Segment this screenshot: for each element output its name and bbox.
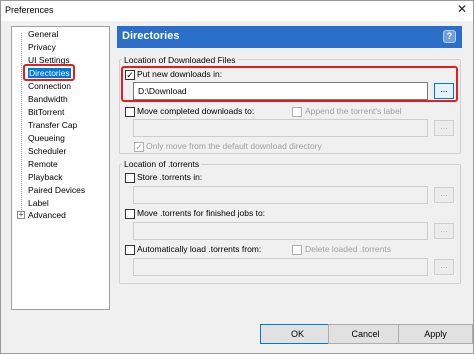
put-new-downloads-checkbox[interactable]: ✓	[125, 70, 135, 80]
panel-header: Directories ?	[117, 26, 462, 48]
download-path-input[interactable]: D:\Download	[133, 82, 428, 100]
only-move-label: Only move from the default download dire…	[146, 141, 322, 151]
torrents-group-title: Location of .torrents	[122, 159, 202, 169]
sidebar-item-bandwidth[interactable]: Bandwidth	[28, 93, 68, 105]
move-finished-checkbox[interactable]	[125, 209, 135, 219]
auto-load-label: Automatically load .torrents from:	[137, 244, 262, 254]
help-icon[interactable]: ?	[443, 30, 456, 43]
append-label-checkbox[interactable]	[292, 107, 302, 117]
sidebar-item-queueing[interactable]: Queueing	[28, 132, 65, 144]
store-torrents-label: Store .torrents in:	[137, 172, 203, 182]
delete-loaded-label: Delete loaded .torrents	[305, 244, 391, 254]
cancel-button[interactable]: Cancel	[328, 324, 403, 344]
apply-button[interactable]: Apply	[398, 324, 473, 344]
only-move-checkbox[interactable]: ✓	[134, 142, 144, 152]
sidebar-item-privacy[interactable]: Privacy	[28, 41, 56, 53]
sidebar-item-connection[interactable]: Connection	[28, 80, 71, 92]
sidebar-item-bittorrent[interactable]: BitTorrent	[28, 106, 64, 118]
store-torrents-path-input[interactable]	[133, 186, 428, 204]
sidebar-item-paired-devices[interactable]: Paired Devices	[28, 184, 85, 196]
sidebar-item-scheduler[interactable]: Scheduler	[28, 145, 66, 157]
move-completed-label: Move completed downloads to:	[137, 106, 255, 116]
download-path-browse-button[interactable]: ...	[434, 83, 454, 99]
sidebar-item-advanced[interactable]: Advanced	[28, 209, 66, 221]
put-new-downloads-label: Put new downloads in:	[137, 69, 223, 79]
ok-button[interactable]: OK	[260, 324, 335, 344]
move-completed-path-input[interactable]	[133, 119, 428, 137]
auto-load-checkbox[interactable]	[125, 245, 135, 255]
move-finished-path-input[interactable]	[133, 222, 428, 240]
store-torrents-browse-button[interactable]: ...	[434, 187, 454, 203]
window-title: Preferences	[5, 5, 54, 15]
auto-load-browse-button[interactable]: ...	[434, 259, 454, 275]
preferences-window: Preferences ✕ General Privacy UI Setting…	[0, 0, 474, 354]
panel-title: Directories	[122, 30, 180, 42]
sidebar-item-remote[interactable]: Remote	[28, 158, 58, 170]
move-completed-checkbox[interactable]	[125, 107, 135, 117]
sidebar-item-playback[interactable]: Playback	[28, 171, 63, 183]
move-completed-browse-button[interactable]: ...	[434, 120, 454, 136]
append-label-label: Append the torrent's label	[305, 106, 402, 116]
auto-load-path-input[interactable]	[133, 258, 428, 276]
delete-loaded-checkbox[interactable]	[292, 245, 302, 255]
move-finished-label: Move .torrents for finished jobs to:	[137, 208, 266, 218]
sidebar-item-label[interactable]: Label	[28, 197, 49, 209]
title-bar: Preferences ✕	[1, 1, 473, 21]
close-icon[interactable]: ✕	[455, 2, 469, 16]
sidebar-item-transfer-cap[interactable]: Transfer Cap	[28, 119, 77, 131]
sidebar-item-general[interactable]: General	[28, 28, 58, 40]
move-finished-browse-button[interactable]: ...	[434, 223, 454, 239]
tree-connector-line	[21, 33, 22, 216]
directories-highlight	[23, 64, 75, 81]
store-torrents-checkbox[interactable]	[125, 173, 135, 183]
downloaded-files-group-title: Location of Downloaded Files	[122, 55, 238, 65]
expand-icon[interactable]: +	[17, 211, 25, 219]
